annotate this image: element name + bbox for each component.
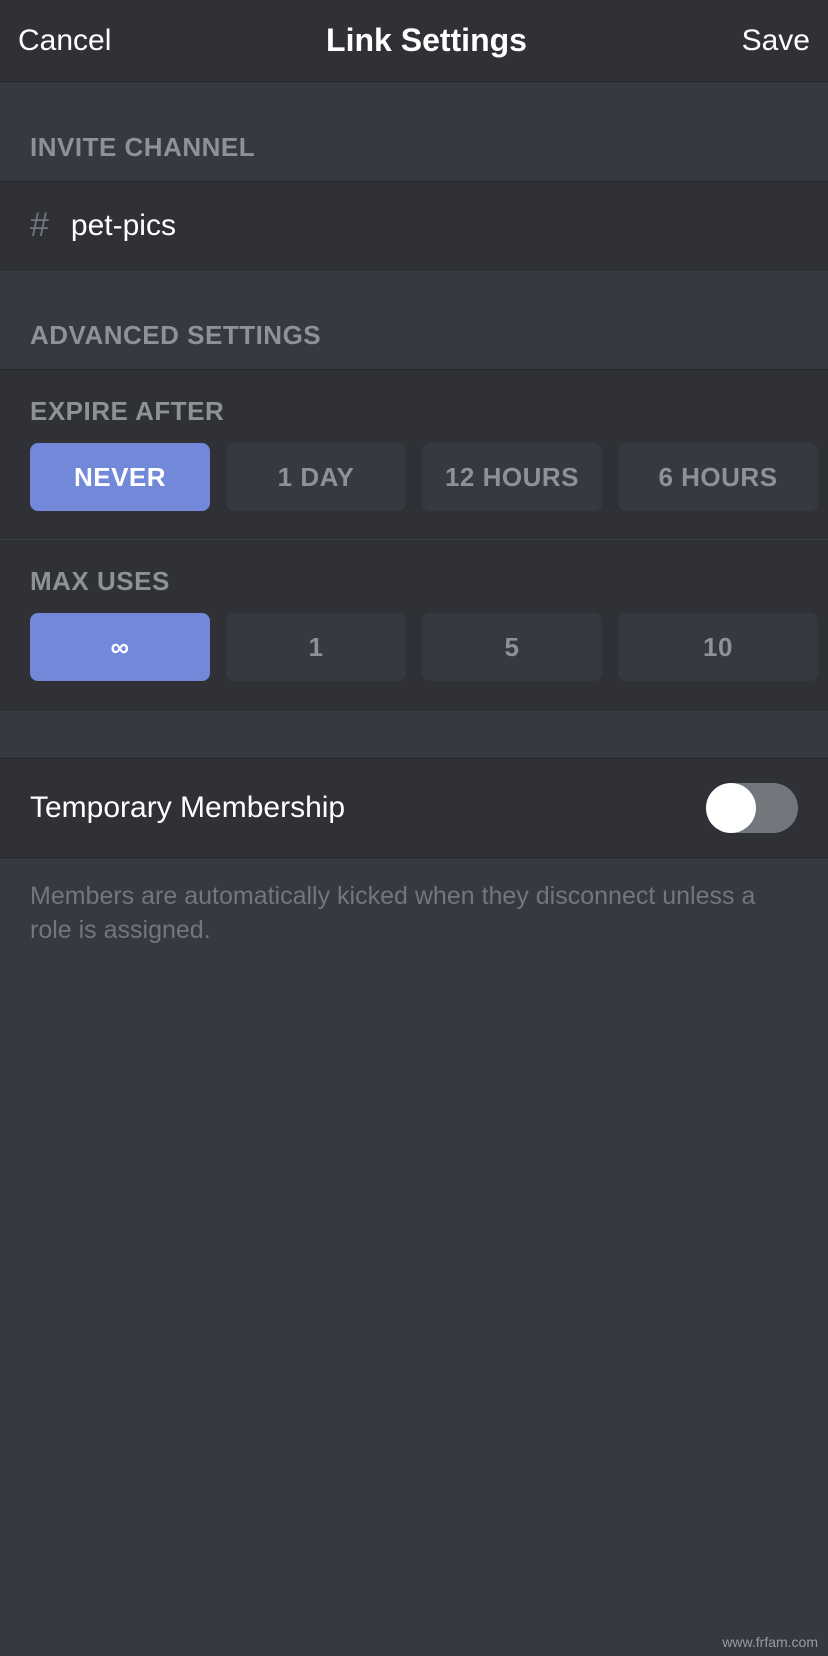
temporary-membership-toggle[interactable] <box>706 783 798 833</box>
invite-channel-header: INVITE CHANNEL <box>0 82 828 181</box>
max-uses-option-10[interactable]: 10 <box>618 613 818 681</box>
advanced-settings-block: EXPIRE AFTER NEVER 1 DAY 12 HOURS 6 HOUR… <box>0 369 828 710</box>
expire-option-never[interactable]: NEVER <box>30 443 210 511</box>
cancel-button[interactable]: Cancel <box>18 24 111 58</box>
header-bar: Cancel Link Settings Save <box>0 0 828 82</box>
max-uses-option-infinite[interactable]: ∞ <box>30 613 210 681</box>
expire-option-1day[interactable]: 1 DAY <box>226 443 406 511</box>
expire-after-options: NEVER 1 DAY 12 HOURS 6 HOURS <box>0 443 828 511</box>
page-title: Link Settings <box>326 22 527 59</box>
hash-icon: # <box>30 206 49 245</box>
expire-option-12hours[interactable]: 12 HOURS <box>422 443 602 511</box>
watermark: www.frfam.com <box>722 1634 818 1650</box>
expire-after-label: EXPIRE AFTER <box>0 370 828 443</box>
temporary-membership-label: Temporary Membership <box>30 791 345 825</box>
toggle-knob <box>706 783 756 833</box>
invite-channel-name: pet-pics <box>71 209 176 243</box>
max-uses-option-5[interactable]: 5 <box>422 613 602 681</box>
max-uses-options: ∞ 1 5 10 <box>0 613 828 681</box>
save-button[interactable]: Save <box>742 24 810 58</box>
max-uses-label: MAX USES <box>0 540 828 613</box>
temporary-membership-row: Temporary Membership <box>0 758 828 858</box>
temporary-membership-help: Members are automatically kicked when th… <box>0 858 828 970</box>
expire-option-6hours[interactable]: 6 HOURS <box>618 443 818 511</box>
max-uses-option-1[interactable]: 1 <box>226 613 406 681</box>
advanced-settings-header: ADVANCED SETTINGS <box>0 270 828 369</box>
invite-channel-row[interactable]: # pet-pics <box>0 181 828 270</box>
